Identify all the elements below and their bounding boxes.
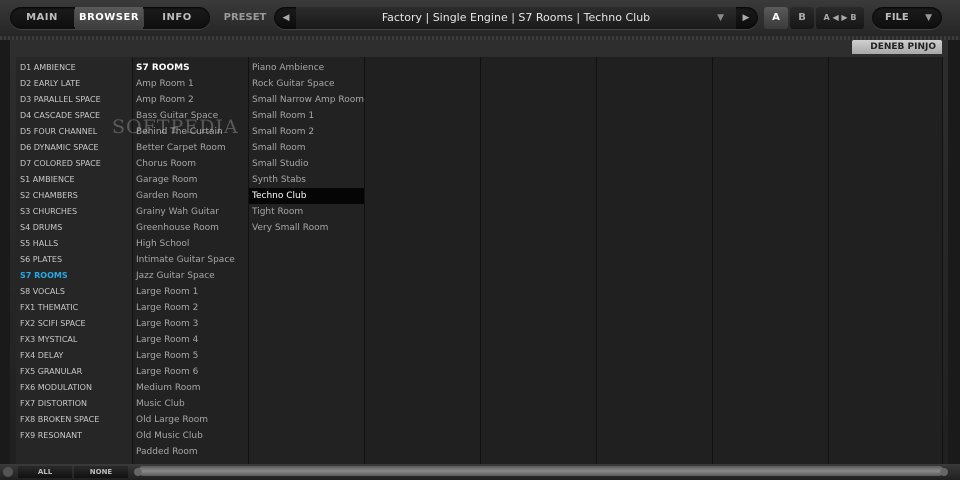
file-menu-label: FILE bbox=[885, 12, 909, 23]
slot-b-button[interactable]: B bbox=[790, 7, 814, 29]
category-item[interactable]: D7 COLORED SPACE bbox=[16, 156, 132, 172]
ab-swap-button[interactable]: A ◀ ▶ B bbox=[816, 7, 864, 29]
preset-item[interactable]: Techno Club bbox=[249, 188, 364, 204]
category-item[interactable]: D1 AMBIENCE bbox=[16, 60, 132, 76]
preset-item[interactable]: Large Room 3 bbox=[133, 316, 248, 332]
category-item[interactable]: FX5 GRANULAR bbox=[16, 364, 132, 380]
category-item[interactable]: FX2 SCIFI SPACE bbox=[16, 316, 132, 332]
watermark: SOFTPEDIA bbox=[112, 116, 239, 138]
preset-selector: ◀ Factory | Single Engine | S7 Rooms | T… bbox=[274, 7, 758, 29]
preset-label: PRESET bbox=[223, 12, 267, 23]
preset-item[interactable]: High School bbox=[133, 236, 248, 252]
category-item[interactable]: S3 CHURCHES bbox=[16, 204, 132, 220]
category-item[interactable]: D2 EARLY LATE bbox=[16, 76, 132, 92]
category-item[interactable]: FX4 DELAY bbox=[16, 348, 132, 364]
tab-browser[interactable]: BROWSER bbox=[75, 7, 143, 29]
preset-item[interactable]: Piano Ambience bbox=[249, 60, 364, 76]
preset-item[interactable]: Very Small Room bbox=[249, 220, 364, 236]
horizontal-scrollbar[interactable] bbox=[134, 466, 948, 476]
all-button[interactable]: ALL bbox=[18, 466, 72, 478]
corner-knob-icon bbox=[3, 467, 13, 477]
preset-item[interactable]: Large Room 4 bbox=[133, 332, 248, 348]
preset-item[interactable]: Small Room 2 bbox=[249, 124, 364, 140]
category-item[interactable]: S4 DRUMS bbox=[16, 220, 132, 236]
category-item[interactable]: S2 CHAMBERS bbox=[16, 188, 132, 204]
slot-a-button[interactable]: A bbox=[764, 7, 788, 29]
category-item[interactable]: FX8 BROKEN SPACE bbox=[16, 412, 132, 428]
preset-item[interactable]: Tight Room bbox=[249, 204, 364, 220]
preset-item[interactable]: Small Room bbox=[249, 140, 364, 156]
category-item[interactable]: S6 PLATES bbox=[16, 252, 132, 268]
prev-preset-icon[interactable]: ◀ bbox=[276, 7, 296, 29]
view-tab-group: MAIN BROWSER INFO bbox=[10, 7, 210, 29]
category-item[interactable]: FX7 DISTORTION bbox=[16, 396, 132, 412]
empty-column bbox=[481, 57, 597, 464]
preset-item[interactable]: Large Room 2 bbox=[133, 300, 248, 316]
next-preset-icon[interactable]: ▶ bbox=[736, 7, 756, 29]
category-item[interactable]: FX9 RESONANT bbox=[16, 428, 132, 444]
preset-item[interactable]: Music Club bbox=[133, 396, 248, 412]
empty-column bbox=[829, 57, 943, 464]
preset-item[interactable]: Large Room 1 bbox=[133, 284, 248, 300]
user-tag: DENEB PINJO bbox=[852, 40, 942, 54]
file-menu-button[interactable]: FILE ▼ bbox=[872, 7, 942, 29]
tab-main[interactable]: MAIN bbox=[10, 7, 74, 29]
none-button[interactable]: NONE bbox=[74, 466, 128, 478]
empty-column bbox=[713, 57, 829, 464]
empty-column bbox=[597, 57, 713, 464]
preset-item[interactable]: Better Carpet Room bbox=[133, 140, 248, 156]
preset-item[interactable]: Large Room 6 bbox=[133, 364, 248, 380]
preset-item[interactable]: Jazz Guitar Space bbox=[133, 268, 248, 284]
preset-item[interactable]: Amp Room 1 bbox=[133, 76, 248, 92]
preset-name: Factory | Single Engine | S7 Rooms | Tec… bbox=[381, 11, 651, 24]
category-item[interactable]: D3 PARALLEL SPACE bbox=[16, 92, 132, 108]
preset-item[interactable]: Intimate Guitar Space bbox=[133, 252, 248, 268]
category-item[interactable]: S7 ROOMS bbox=[16, 268, 132, 284]
preset-item[interactable]: Garden Room bbox=[133, 188, 248, 204]
preset-item[interactable]: Garage Room bbox=[133, 172, 248, 188]
preset-item[interactable]: Small Room 1 bbox=[249, 108, 364, 124]
preset-name-display[interactable]: Factory | Single Engine | S7 Rooms | Tec… bbox=[296, 7, 736, 29]
preset-item[interactable]: Rock Guitar Space bbox=[249, 76, 364, 92]
preset-item[interactable]: Small Studio bbox=[249, 156, 364, 172]
preset-item[interactable]: Grainy Wah Guitar bbox=[133, 204, 248, 220]
preset-item[interactable]: Large Room 5 bbox=[133, 348, 248, 364]
preset-item[interactable]: S7 ROOMS bbox=[133, 60, 248, 76]
category-item[interactable]: FX6 MODULATION bbox=[16, 380, 132, 396]
preset-item[interactable]: Medium Room bbox=[133, 380, 248, 396]
user-name: DENEB PINJO bbox=[870, 42, 936, 52]
preset-item[interactable]: Chorus Room bbox=[133, 156, 248, 172]
category-item[interactable]: D6 DYNAMIC SPACE bbox=[16, 140, 132, 156]
preset-item[interactable]: Greenhouse Room bbox=[133, 220, 248, 236]
category-item[interactable]: S5 HALLS bbox=[16, 236, 132, 252]
tab-info[interactable]: INFO bbox=[144, 7, 210, 29]
preset-list-column-2: Piano Ambience Rock Guitar Space Small Nar… bbox=[249, 57, 365, 464]
preset-item[interactable]: Old Large Room bbox=[133, 412, 248, 428]
file-dropdown-icon: ▼ bbox=[925, 13, 932, 23]
preset-item[interactable]: Old Music Club bbox=[133, 428, 248, 444]
preset-item[interactable]: Padded Room bbox=[133, 444, 248, 460]
preset-item[interactable]: Amp Room 2 bbox=[133, 92, 248, 108]
category-item[interactable]: FX3 MYSTICAL bbox=[16, 332, 132, 348]
category-item[interactable]: S1 AMBIENCE bbox=[16, 172, 132, 188]
top-toolbar: MAIN BROWSER INFO PRESET ◀ Factory | Sin… bbox=[0, 0, 960, 36]
empty-column bbox=[365, 57, 481, 464]
category-item[interactable]: FX1 THEMATIC bbox=[16, 300, 132, 316]
preset-dropdown-icon[interactable]: ▼ bbox=[717, 7, 724, 29]
scroll-right-knob[interactable] bbox=[940, 468, 948, 476]
preset-item[interactable]: Synth Stabs bbox=[249, 172, 364, 188]
category-item[interactable]: S8 VOCALS bbox=[16, 284, 132, 300]
scroll-left-knob[interactable] bbox=[134, 468, 142, 476]
preset-item[interactable]: Small Narrow Amp Room bbox=[249, 92, 364, 108]
